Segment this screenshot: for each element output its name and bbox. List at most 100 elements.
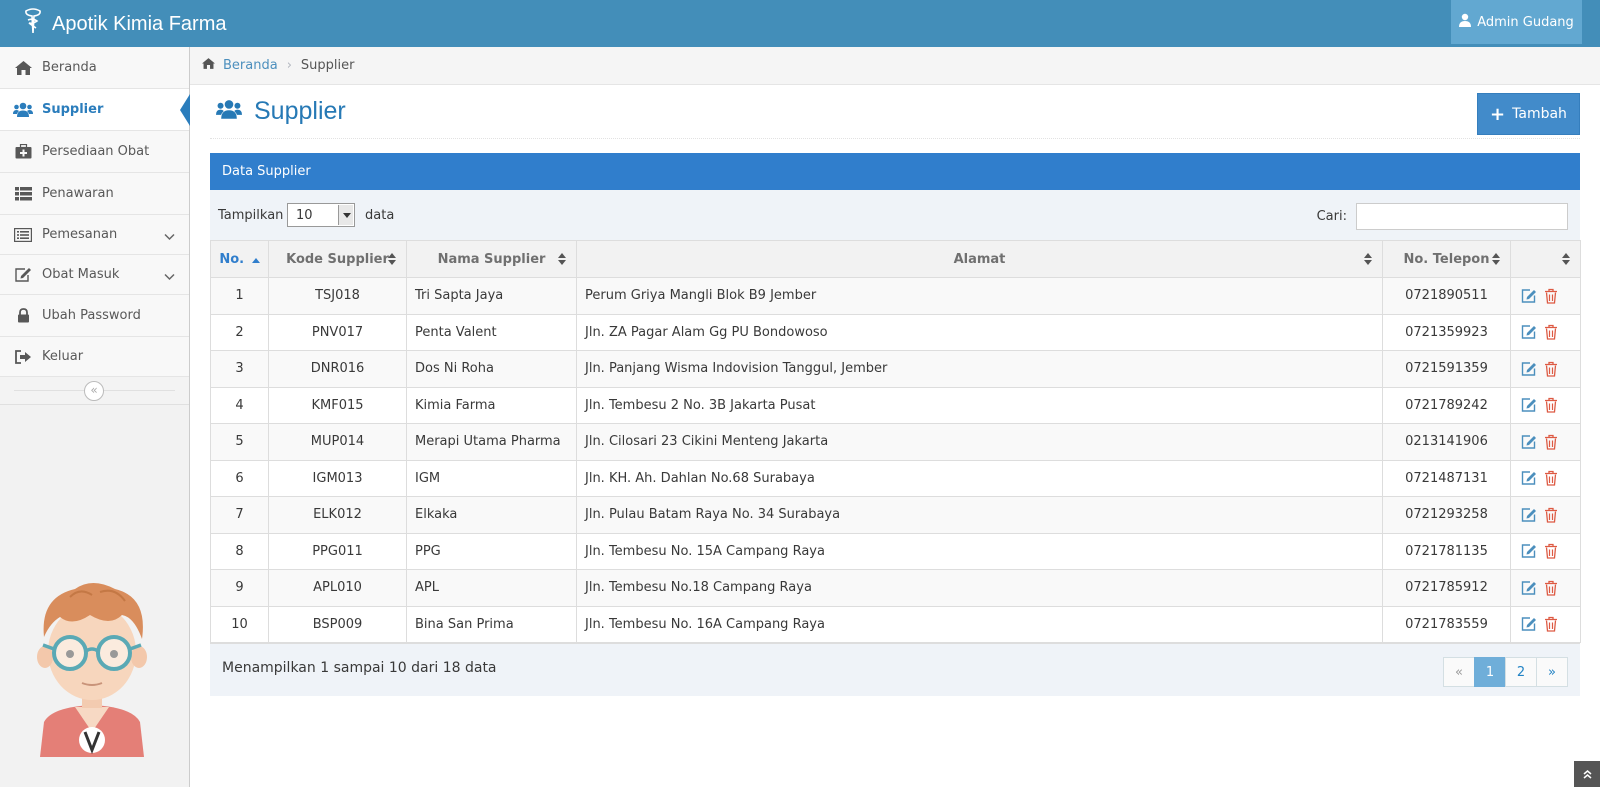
sort-icon [388,253,396,265]
table-row: 1 TSJ018 Tri Sapta Jaya Perum Griya Mangli … [210,277,1581,315]
cell-alamat: Jln. Tembesu 2 No. 3B Jakarta Pusat [576,386,1383,424]
cell-no: 3 [210,350,269,388]
cell-no: 5 [210,423,269,461]
cell-actions [1510,459,1581,497]
cell-no-telepon: 0721783559 [1382,605,1511,643]
list-icon [13,186,33,201]
edit-icon[interactable] [1521,543,1537,559]
table-row: 5 MUP014 Merapi Utama Pharma Jln. Cilosari … [210,423,1581,461]
collapse-sidebar-button[interactable]: « [84,381,104,401]
edit-icon[interactable] [1521,580,1537,596]
supplier-panel: Data Supplier Tampilkan 10 data Cari: No… [210,153,1581,696]
edit-icon[interactable] [1521,324,1537,340]
trash-icon[interactable] [1543,543,1559,559]
add-button-label: Tambah [1512,106,1567,122]
column-header-no-telepon[interactable]: No. Telepon [1382,240,1511,278]
table-toolbar: Tampilkan 10 data Cari: [210,190,1580,240]
cell-no-telepon: 0721293258 [1382,496,1511,534]
medicine-logo-icon [22,8,52,40]
column-header-actions[interactable] [1510,240,1581,278]
sidebar-item-beranda[interactable]: Beranda [0,47,189,89]
edit-icon[interactable] [1521,361,1537,377]
add-supplier-button[interactable]: + Tambah [1477,93,1580,135]
column-header-kode-supplier[interactable]: Kode Supplier [268,240,407,278]
table-body: 1 TSJ018 Tri Sapta Jaya Perum Griya Mangli … [210,277,1581,643]
sidebar-item-label: Supplier [42,102,104,117]
cell-actions [1510,532,1581,570]
app-brand[interactable]: Apotik Kimia Farma [22,8,227,40]
trash-icon[interactable] [1543,470,1559,486]
sidebar-item-supplier[interactable]: Supplier [0,89,190,131]
medkit-icon [13,144,33,159]
edit-icon[interactable] [1521,616,1537,632]
cell-actions [1510,277,1581,315]
sidebar-item-obat-masuk[interactable]: Obat Masuk [0,255,189,295]
edit-icon[interactable] [1521,434,1537,450]
search-input[interactable] [1356,203,1568,230]
edit-icon[interactable] [1521,397,1537,413]
pagination-prev-button[interactable]: « [1443,657,1475,687]
sort-icon [1562,253,1570,265]
cell-nama-supplier: Bina San Prima [406,605,577,643]
breadcrumb-current: Supplier [300,58,355,73]
sidebar: Beranda Supplier Persediaan Obat Penawar… [0,47,190,787]
supplier-table: No. Kode Supplier Nama Supplier Alamat N… [210,240,1581,643]
column-header-no[interactable]: No. [210,240,269,278]
sidebar-item-label: Penawaran [42,186,114,201]
trash-icon[interactable] [1543,616,1559,632]
pagination-page-1[interactable]: 1 [1474,657,1506,687]
cell-no: 9 [210,569,269,607]
user-menu-button[interactable]: Admin Gudang [1451,0,1582,44]
breadcrumb-home-link[interactable]: Beranda [223,58,278,73]
cell-alamat: Jln. KH. Ah. Dahlan No.68 Surabaya [576,459,1383,497]
edit-icon[interactable] [1521,288,1537,304]
page-header: Supplier + Tambah [210,85,1580,139]
sidebar-item-label: Ubah Password [42,308,141,323]
cell-kode-supplier: PNV017 [268,313,407,351]
trash-icon[interactable] [1543,580,1559,596]
cell-no-telepon: 0721785912 [1382,569,1511,607]
table-row: 2 PNV017 Penta Valent Jln. ZA Pagar Alam Gg… [210,313,1581,351]
sidebar-item-label: Beranda [42,60,97,75]
scroll-to-top-button[interactable] [1574,761,1600,787]
column-header-alamat[interactable]: Alamat [576,240,1383,278]
cell-actions [1510,605,1581,643]
cell-no: 6 [210,459,269,497]
sort-icon [558,253,566,265]
user-name: Admin Gudang [1477,14,1574,30]
table-info: Menampilkan 1 sampai 10 dari 18 data [222,660,497,676]
cell-kode-supplier: IGM013 [268,459,407,497]
trash-icon[interactable] [1543,434,1559,450]
pagination-page-2[interactable]: 2 [1505,657,1537,687]
column-header-nama-supplier[interactable]: Nama Supplier [406,240,577,278]
trash-icon[interactable] [1543,397,1559,413]
home-icon [202,58,215,73]
edit-icon[interactable] [1521,507,1537,523]
sign-out-icon [13,349,33,364]
sidebar-item-label: Pemesanan [42,227,118,242]
cell-alamat: Jln. Pulau Batam Raya No. 34 Surabaya [576,496,1383,534]
trash-icon[interactable] [1543,324,1559,340]
trash-icon[interactable] [1543,507,1559,523]
list-alt-icon [13,227,33,242]
cell-alamat: Perum Griya Mangli Blok B9 Jember [576,277,1383,315]
dropdown-arrow-icon [338,205,353,225]
cell-alamat: Jln. Tembesu No. 15A Campang Raya [576,532,1383,570]
page-size-select[interactable]: 10 [287,203,355,227]
cell-nama-supplier: APL [406,569,577,607]
pagination-next-button[interactable]: » [1536,657,1568,687]
sidebar-item-persediaan-obat[interactable]: Persediaan Obat [0,131,189,173]
top-navbar: Apotik Kimia Farma Admin Gudang [0,0,1600,47]
cell-no: 7 [210,496,269,534]
sidebar-item-pemesanan[interactable]: Pemesanan [0,215,189,255]
cell-no: 2 [210,313,269,351]
sidebar-item-penawaran[interactable]: Penawaran [0,173,189,215]
cell-no-telepon: 0721781135 [1382,532,1511,570]
trash-icon[interactable] [1543,361,1559,377]
sidebar-item-keluar[interactable]: Keluar [0,337,189,377]
table-row: 10 BSP009 Bina San Prima Jln. Tembesu No. 1… [210,605,1581,643]
trash-icon[interactable] [1543,288,1559,304]
cell-no-telepon: 0721359923 [1382,313,1511,351]
edit-icon[interactable] [1521,470,1537,486]
sidebar-item-ubah-password[interactable]: Ubah Password [0,295,189,337]
